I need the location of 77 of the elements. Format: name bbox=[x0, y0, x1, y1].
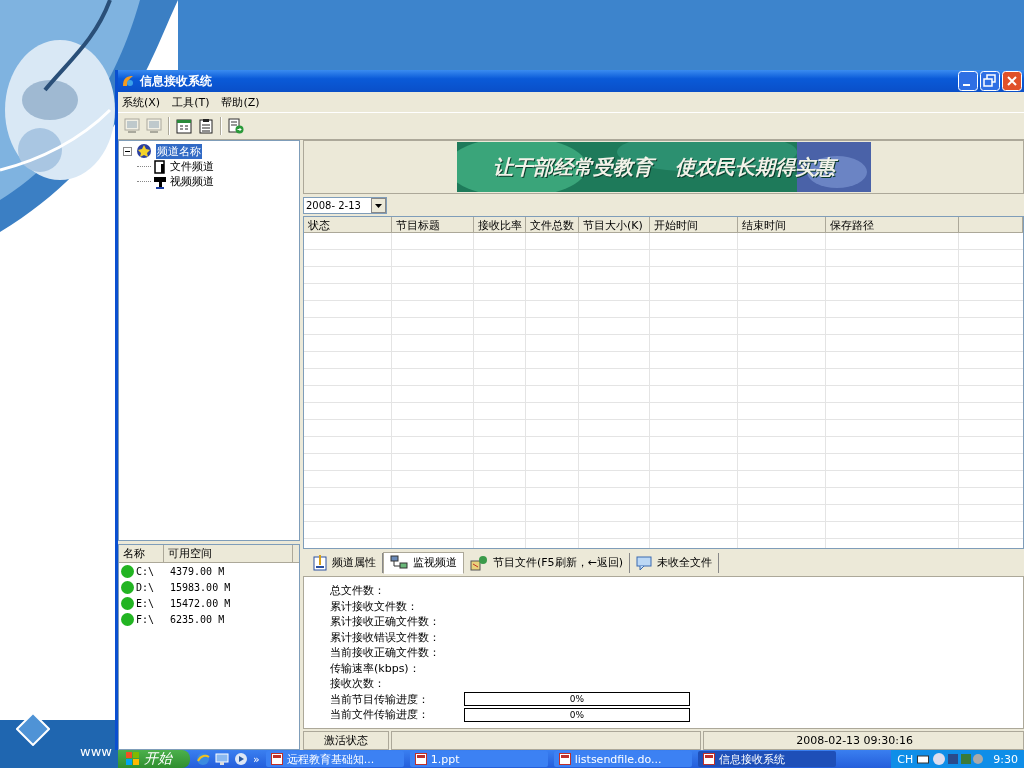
stat-label: 总文件数： bbox=[330, 583, 386, 599]
stat-label: 累计接收正确文件数： bbox=[330, 614, 441, 630]
minimize-button[interactable] bbox=[958, 71, 978, 91]
window-icon bbox=[702, 753, 715, 765]
status-text: 激活状态 bbox=[303, 731, 389, 750]
stat-label: 当前接收正确文件数： bbox=[330, 645, 441, 661]
window-icon bbox=[558, 753, 571, 765]
app-icon bbox=[121, 74, 135, 88]
clock: 9:30 bbox=[993, 752, 1018, 766]
progress-reading: 0% bbox=[569, 709, 585, 720]
column-header[interactable]: 名称 bbox=[119, 545, 164, 562]
free-space: 15983.00 M bbox=[170, 581, 231, 593]
star-icon bbox=[136, 143, 152, 159]
taskbar-button[interactable]: 1.ppt bbox=[409, 751, 548, 767]
message-icon bbox=[636, 554, 653, 571]
stat-label: 当前文件传输进度： bbox=[330, 707, 430, 723]
diamond-icon bbox=[16, 712, 50, 746]
drive-name: E:\ bbox=[136, 597, 156, 609]
tab[interactable]: 频道属性 bbox=[307, 552, 383, 573]
camera-icon bbox=[154, 174, 166, 189]
more-button[interactable]: » bbox=[253, 752, 260, 766]
column-header[interactable]: 节目大小(K) bbox=[579, 217, 650, 233]
date-dropdown[interactable]: 2008- 2-13 bbox=[303, 196, 387, 214]
free-space: 15472.00 M bbox=[170, 597, 231, 609]
progress-reading: 0% bbox=[569, 694, 585, 705]
close-button[interactable] bbox=[1002, 71, 1022, 91]
collapse-icon[interactable] bbox=[123, 146, 132, 156]
free-space: 4379.00 M bbox=[170, 565, 225, 577]
drive-name: D:\ bbox=[136, 581, 156, 593]
window-icon bbox=[270, 753, 283, 765]
keyboard-icon[interactable] bbox=[917, 754, 930, 764]
tray-icons-drawing bbox=[933, 752, 986, 766]
tree-item[interactable]: 文件频道 bbox=[169, 159, 215, 174]
drive-name: F:\ bbox=[136, 613, 156, 625]
calendar-icon[interactable] bbox=[176, 118, 192, 134]
window-title: 信息接收系统 bbox=[140, 72, 212, 90]
free-space: 6235.00 M bbox=[170, 613, 225, 625]
taskbar-button[interactable]: 远程教育基础知... bbox=[265, 751, 404, 767]
taskbar-button[interactable]: listsendfile.do... bbox=[553, 751, 692, 767]
media-player-icon[interactable] bbox=[234, 752, 248, 766]
export-icon[interactable] bbox=[228, 118, 244, 134]
windows-logo-icon bbox=[126, 752, 140, 766]
caret-icon bbox=[371, 197, 386, 213]
network-icon bbox=[390, 554, 408, 571]
stat-label: 当前节目传输进度： bbox=[330, 691, 430, 707]
status-datetime: 2008-02-13 09:30:16 bbox=[703, 731, 1024, 750]
column-header[interactable]: 节目标题 bbox=[392, 217, 474, 233]
desktop-icon[interactable] bbox=[215, 752, 229, 766]
browser-icon[interactable] bbox=[196, 752, 210, 766]
tree-item[interactable]: 视频频道 bbox=[169, 174, 215, 189]
restore-button[interactable] bbox=[980, 71, 1000, 91]
column-header[interactable]: 状态 bbox=[304, 217, 392, 233]
taskbar-button[interactable]: 信息接收系统 bbox=[697, 751, 836, 767]
column-header[interactable]: 接收比率 bbox=[474, 217, 526, 233]
menu-item[interactable]: 帮助(Z) bbox=[221, 94, 260, 110]
stat-label: 累计接收错误文件数： bbox=[330, 629, 441, 645]
window-icon bbox=[414, 753, 427, 765]
stat-label: 累计接收文件数： bbox=[330, 598, 419, 614]
menu-item[interactable]: 系统(X) bbox=[122, 94, 161, 110]
stat-label: 传输速率(kbps)： bbox=[330, 660, 421, 676]
clipboard-icon[interactable] bbox=[198, 118, 214, 134]
tab[interactable]: 监视频道 bbox=[383, 551, 464, 574]
column-header[interactable]: 文件总数 bbox=[526, 217, 579, 233]
tab[interactable]: 节目文件(F5刷新，←返回) bbox=[464, 552, 631, 573]
menu-item[interactable]: 工具(T) bbox=[172, 94, 210, 110]
files-icon bbox=[470, 554, 488, 571]
column-header[interactable]: 保存路径 bbox=[826, 217, 959, 233]
footer-text: www bbox=[80, 744, 112, 759]
tab[interactable]: 未收全文件 bbox=[630, 552, 720, 573]
properties-icon bbox=[313, 554, 327, 571]
column-header[interactable]: 可用空间 bbox=[164, 545, 293, 562]
column-header[interactable]: 结束时间 bbox=[738, 217, 826, 233]
tree-item[interactable]: 频道名称 bbox=[156, 143, 202, 159]
column-header[interactable]: 开始时间 bbox=[650, 217, 738, 233]
stat-label: 接收次数： bbox=[330, 676, 386, 692]
document-icon bbox=[154, 159, 166, 174]
drive-name: C:\ bbox=[136, 565, 156, 577]
